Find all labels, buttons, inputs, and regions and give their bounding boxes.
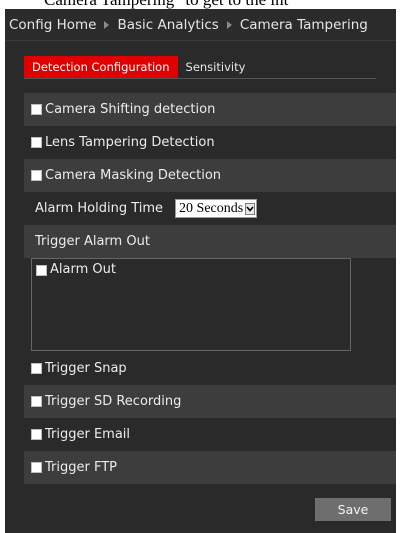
trigger-snap-label: Trigger Snap bbox=[45, 361, 127, 376]
trigger-email-checkbox[interactable] bbox=[31, 429, 42, 440]
camera-masking-row: Camera Masking Detection bbox=[24, 159, 396, 192]
trigger-ftp-label: Trigger FTP bbox=[45, 460, 117, 475]
alarm-holding-select[interactable]: 20 Seconds bbox=[175, 199, 258, 218]
breadcrumb-separator-icon bbox=[104, 20, 110, 29]
breadcrumb-basic-analytics[interactable]: Basic Analytics bbox=[117, 17, 218, 33]
alarm-holding-value: 20 Seconds bbox=[179, 200, 244, 216]
tab-bar: Detection Configuration Sensitivity bbox=[24, 56, 253, 78]
alarm-out-list: Alarm Out bbox=[31, 258, 351, 351]
camera-shifting-checkbox[interactable] bbox=[31, 104, 42, 115]
trigger-ftp-row: Trigger FTP bbox=[24, 451, 396, 484]
alarm-holding-label: Alarm Holding Time bbox=[35, 201, 164, 216]
document-text: Camera Tampering" to get to the int bbox=[44, 0, 288, 9]
trigger-sd-label: Trigger SD Recording bbox=[45, 394, 182, 409]
lens-tampering-label: Lens Tampering Detection bbox=[45, 135, 215, 150]
breadcrumb: Config Home Basic Analytics Camera Tampe… bbox=[5, 9, 396, 41]
tab-divider bbox=[24, 78, 376, 79]
camera-masking-label: Camera Masking Detection bbox=[45, 168, 222, 183]
camera-shifting-row: Camera Shifting detection bbox=[24, 93, 396, 126]
trigger-snap-row: Trigger Snap bbox=[24, 352, 396, 385]
tab-detection-configuration[interactable]: Detection Configuration bbox=[24, 56, 178, 78]
trigger-email-label: Trigger Email bbox=[45, 427, 131, 442]
trigger-alarm-out-label: Trigger Alarm Out bbox=[35, 234, 150, 249]
trigger-ftp-checkbox[interactable] bbox=[31, 462, 42, 473]
camera-shifting-label: Camera Shifting detection bbox=[45, 102, 216, 117]
breadcrumb-config-home[interactable]: Config Home bbox=[9, 17, 96, 33]
trigger-email-row: Trigger Email bbox=[24, 418, 396, 451]
breadcrumb-camera-tampering: Camera Tampering bbox=[239, 16, 368, 33]
alarm-holding-row: Alarm Holding Time 20 Seconds bbox=[24, 192, 396, 225]
breadcrumb-separator-icon bbox=[226, 20, 232, 29]
alarm-out-checkbox[interactable] bbox=[36, 265, 47, 276]
trigger-sd-checkbox[interactable] bbox=[31, 396, 42, 407]
trigger-sd-row: Trigger SD Recording bbox=[24, 385, 396, 418]
lens-tampering-row: Lens Tampering Detection bbox=[24, 126, 396, 159]
lens-tampering-checkbox[interactable] bbox=[31, 137, 42, 148]
chevron-down-icon[interactable] bbox=[245, 202, 256, 215]
settings-panel: Config Home Basic Analytics Camera Tampe… bbox=[5, 9, 396, 533]
alarm-out-label: Alarm Out bbox=[50, 262, 116, 277]
document-text-fragment: Camera Tampering" to get to the int bbox=[0, 0, 400, 9]
tab-sensitivity[interactable]: Sensitivity bbox=[178, 56, 254, 78]
trigger-snap-checkbox[interactable] bbox=[31, 363, 42, 374]
trigger-alarm-out-row: Trigger Alarm Out bbox=[24, 225, 396, 258]
camera-masking-checkbox[interactable] bbox=[31, 170, 42, 181]
save-button[interactable]: Save bbox=[315, 498, 391, 521]
